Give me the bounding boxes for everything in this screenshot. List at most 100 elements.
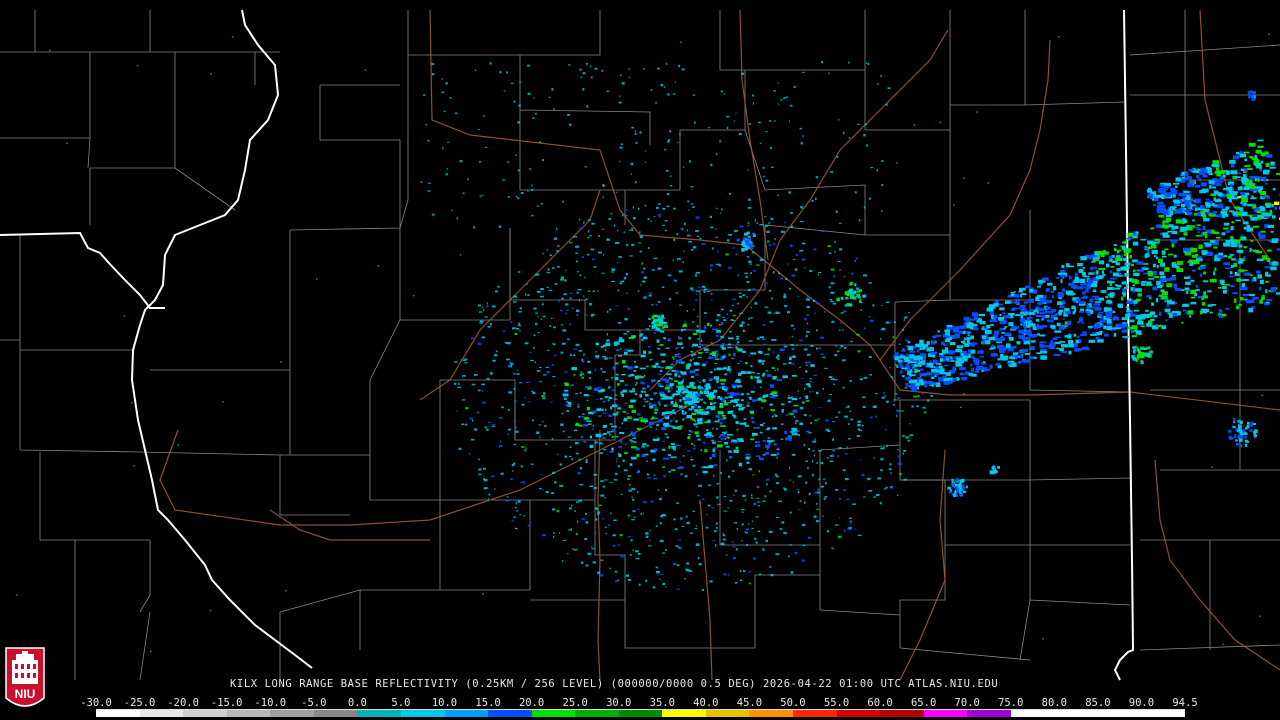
echo-pixel [808, 492, 811, 496]
echo-pixel [738, 292, 742, 294]
echo-pixel [948, 351, 954, 355]
echo-pixel [615, 305, 619, 307]
echo-pixel [1116, 268, 1121, 272]
echo-pixel [575, 429, 577, 431]
echo-pixel [527, 401, 530, 403]
echo-pixel [1216, 167, 1219, 171]
echo-pixel [571, 504, 573, 507]
echo-pixel [577, 520, 579, 523]
echo-pixel [963, 177, 965, 179]
echo-pixel [748, 340, 753, 342]
echo-pixel [1094, 266, 1098, 269]
echo-pixel [1175, 302, 1178, 305]
echo-pixel [1014, 307, 1020, 310]
echo-pixel [1199, 189, 1206, 194]
echo-pixel [1151, 250, 1158, 254]
echo-pixel [728, 450, 732, 453]
echo-pixel [991, 314, 994, 319]
legend-color-segment [662, 710, 706, 717]
echo-pixel [604, 479, 608, 481]
echo-pixel [637, 470, 640, 473]
echo-pixel [762, 175, 765, 178]
echo-pixel [1233, 206, 1241, 209]
echo-pixel [1167, 312, 1173, 315]
echo-pixel [875, 393, 878, 395]
echo-pixel [778, 500, 783, 503]
legend-tick-label: 70.0 [954, 697, 980, 709]
echo-pixel [698, 346, 701, 348]
echo-pixel [832, 450, 835, 452]
echo-pixel [609, 440, 611, 443]
echo-pixel [856, 333, 860, 336]
echo-pixel [525, 381, 530, 383]
echo-pixel [589, 436, 592, 438]
echo-pixel [569, 323, 571, 326]
echo-pixel [619, 534, 623, 537]
echo-pixel [467, 178, 469, 181]
echo-pixel [935, 334, 942, 337]
echo-pixel [739, 225, 744, 228]
echo-pixel [592, 428, 594, 430]
echo-pixel [898, 343, 901, 345]
echo-pixel [772, 351, 776, 353]
echo-pixel [1187, 182, 1193, 186]
echo-pixel [1123, 253, 1128, 257]
echo-pixel [568, 64, 571, 66]
echo-pixel [905, 377, 910, 381]
echo-pixel [1212, 211, 1218, 214]
echo-pixel [1086, 283, 1091, 287]
echo-pixel [976, 111, 978, 113]
echo-pixel [609, 423, 613, 425]
echo-pixel [751, 371, 755, 374]
echo-pixel [1228, 197, 1232, 203]
echo-pixel [1233, 193, 1237, 196]
echo-pixel [1159, 271, 1165, 276]
echo-pixel [1234, 434, 1237, 439]
echo-pixel [762, 338, 766, 341]
echo-pixel [554, 481, 557, 484]
echo-pixel [854, 528, 856, 530]
echo-pixel [478, 311, 483, 313]
echo-pixel [770, 454, 777, 456]
echo-pixel [1021, 323, 1026, 326]
echo-pixel [577, 472, 581, 475]
echo-pixel [736, 428, 739, 431]
echo-pixel [479, 195, 481, 198]
echo-pixel [1162, 194, 1165, 199]
echo-pixel [520, 192, 524, 194]
echo-pixel [609, 450, 614, 453]
echo-pixel [1081, 296, 1087, 299]
echo-pixel [461, 423, 464, 425]
echo-pixel [799, 406, 804, 410]
echo-pixel [640, 333, 644, 336]
echo-pixel [524, 397, 526, 399]
echo-pixel [780, 348, 785, 351]
echo-pixel [519, 382, 523, 384]
echo-pixel [1259, 169, 1263, 172]
echo-pixel [656, 206, 659, 209]
echo-pixel [1021, 359, 1026, 363]
echo-pixel [966, 337, 971, 341]
echo-pixel [725, 253, 729, 256]
echo-pixel [1195, 227, 1200, 229]
echo-pixel [575, 260, 579, 263]
echo-pixel [1250, 239, 1254, 242]
echo-pixel [487, 498, 489, 501]
echo-pixel [706, 432, 712, 436]
echo-pixel [1187, 212, 1193, 216]
echo-pixel [716, 314, 721, 317]
echo-pixel [540, 288, 544, 290]
echo-pixel [1203, 218, 1210, 222]
echo-pixel [594, 67, 598, 70]
echo-pixel [633, 418, 640, 421]
echo-pixel [589, 303, 593, 306]
echo-pixel [513, 373, 516, 375]
echo-pixel [1243, 151, 1250, 154]
echo-pixel [659, 573, 663, 575]
echo-pixel [1060, 279, 1063, 284]
echo-pixel [732, 415, 737, 417]
echo-pixel [757, 485, 759, 489]
echo-pixel [573, 348, 578, 350]
echo-pixel [756, 222, 758, 224]
echo-pixel [631, 519, 635, 521]
